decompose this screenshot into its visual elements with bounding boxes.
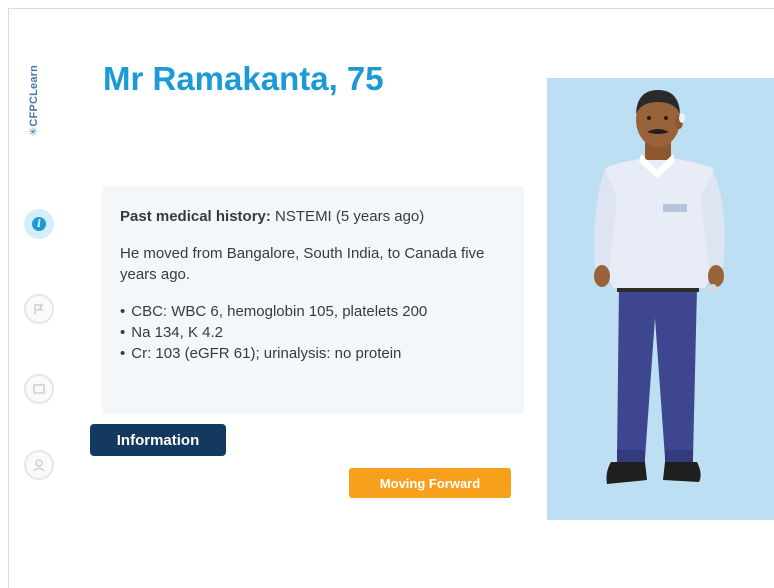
information-tag: Information	[90, 424, 226, 456]
patient-illustration	[594, 90, 725, 484]
sidebar-item-profile[interactable]	[24, 450, 54, 480]
lab-results-list: CBC: WBC 6, hemoglobin 105, platelets 20…	[120, 301, 506, 364]
flag-icon	[34, 304, 44, 314]
sidebar-item-card[interactable]	[24, 374, 54, 404]
info-icon: i	[32, 217, 46, 231]
brand-logo: ✳CFPCLearn	[24, 60, 44, 140]
page-title: Mr Ramakanta, 75	[103, 60, 384, 97]
moving-forward-button[interactable]: Moving Forward	[349, 468, 511, 498]
history-value: NSTEMI (5 years ago)	[270, 208, 425, 225]
medical-history-line: Past medical history: NSTEMI (5 years ag…	[120, 206, 506, 227]
patient-illustration-panel	[547, 78, 774, 520]
brand-logo-text: ✳CFPCLearn	[28, 64, 41, 136]
list-item: CBC: WBC 6, hemoglobin 105, platelets 20…	[120, 301, 506, 322]
list-item: Na 134, K 4.2	[120, 322, 506, 343]
sidebar-item-information[interactable]: i	[24, 209, 54, 239]
card-icon	[33, 384, 45, 394]
list-item: Cr: 103 (eGFR 61); urinalysis: no protei…	[120, 343, 506, 364]
sidebar-item-flag[interactable]	[24, 294, 54, 324]
info-card: Past medical history: NSTEMI (5 years ag…	[102, 186, 524, 414]
history-label: Past medical history:	[120, 208, 271, 225]
person-icon	[32, 459, 46, 472]
background-text: He moved from Bangalore, South India, to…	[120, 245, 485, 283]
